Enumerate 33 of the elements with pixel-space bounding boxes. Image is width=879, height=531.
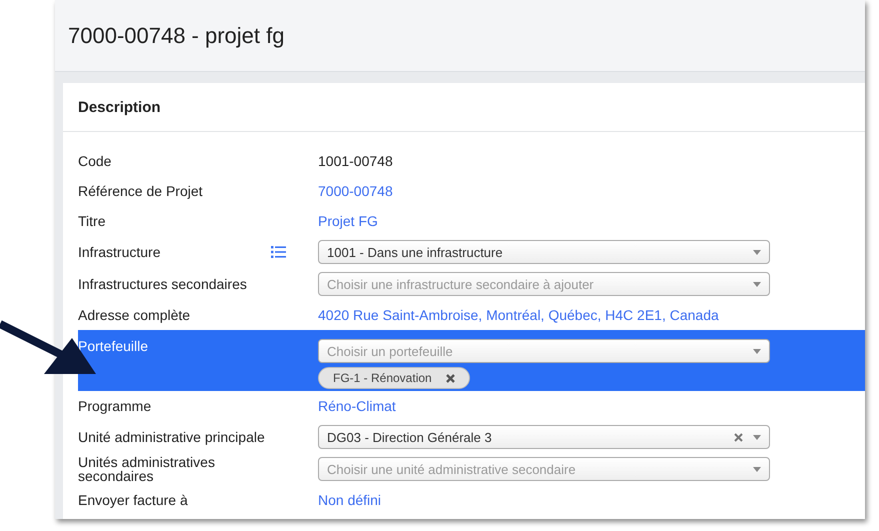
select-field[interactable]: DG03 - Direction Générale 3: [318, 425, 770, 449]
field-label: Adresse complète: [78, 308, 190, 322]
field-label: Code: [78, 154, 112, 168]
field-label: Envoyer facture à: [78, 493, 188, 507]
caret-icon: [753, 282, 761, 286]
field-label: Portefeuille: [78, 337, 148, 353]
card-title: Description: [78, 98, 161, 116]
field-link[interactable]: 7000-00748: [318, 183, 393, 199]
tag-chip: FG-1 - Rénovation: [318, 367, 470, 389]
caret-icon: [753, 466, 761, 472]
caret-icon: [753, 434, 761, 440]
list-icon[interactable]: [271, 246, 286, 258]
field-link[interactable]: Non défini: [318, 492, 382, 508]
select-field[interactable]: Choisir une infrastructure secondaire à ajouter: [318, 272, 770, 296]
field-label: Unité administrative principale: [78, 430, 265, 444]
page-title: 7000-00748 - projet fg: [68, 22, 284, 48]
select-field[interactable]: Choisir un portefeuille: [318, 339, 770, 363]
select-field[interactable]: 1001 - Dans une infrastructure: [318, 240, 770, 264]
field-label: Infrastructures secondaires: [78, 277, 247, 291]
field-value: 1001-00748: [318, 153, 393, 169]
field-label: Unités administratives secondaires: [78, 455, 216, 483]
field-label: Infrastructure: [78, 245, 160, 259]
field-label: Titre: [78, 214, 106, 228]
field-link[interactable]: 4020 Rue Saint-Ambroise, Montréal, Québec, H4C 2E1, Canada: [318, 307, 719, 323]
field-label: Programme: [78, 399, 152, 413]
caret-icon: [753, 250, 761, 254]
clear-icon[interactable]: [734, 432, 743, 442]
select-field[interactable]: Choisir une unité administrative secondaire: [318, 457, 770, 481]
caret-icon: [753, 348, 761, 354]
field-link[interactable]: Projet FG: [318, 213, 378, 229]
field-label: Référence de Projet: [78, 184, 203, 198]
remove-icon[interactable]: [446, 374, 455, 382]
field-link[interactable]: Réno-Climat: [318, 398, 396, 414]
